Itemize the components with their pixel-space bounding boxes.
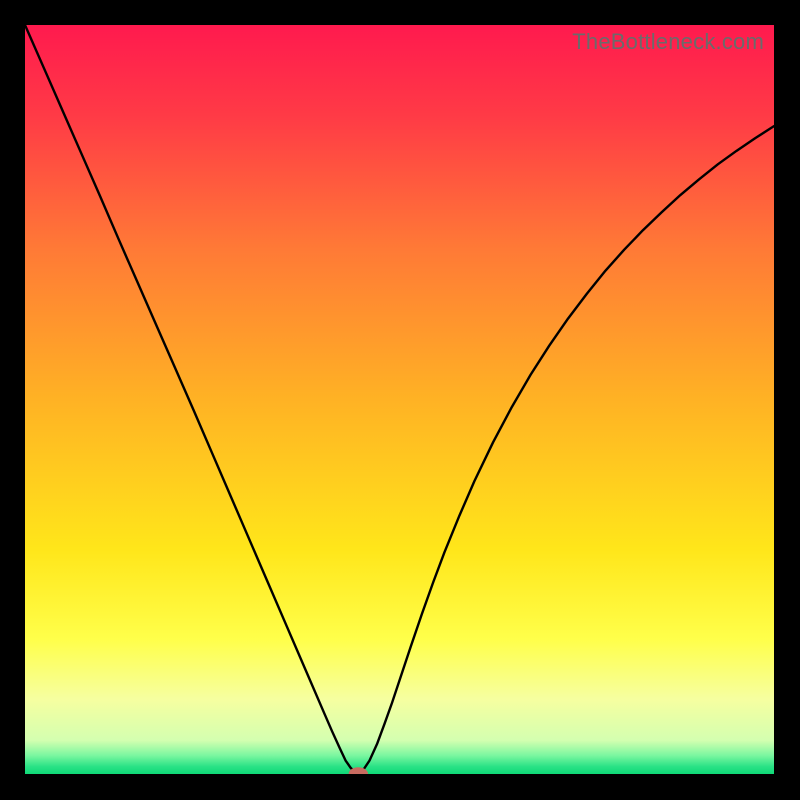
watermark-text: TheBottleneck.com (572, 29, 764, 55)
gradient-background (25, 25, 774, 774)
chart-frame: TheBottleneck.com (25, 25, 774, 774)
bottleneck-chart (25, 25, 774, 774)
